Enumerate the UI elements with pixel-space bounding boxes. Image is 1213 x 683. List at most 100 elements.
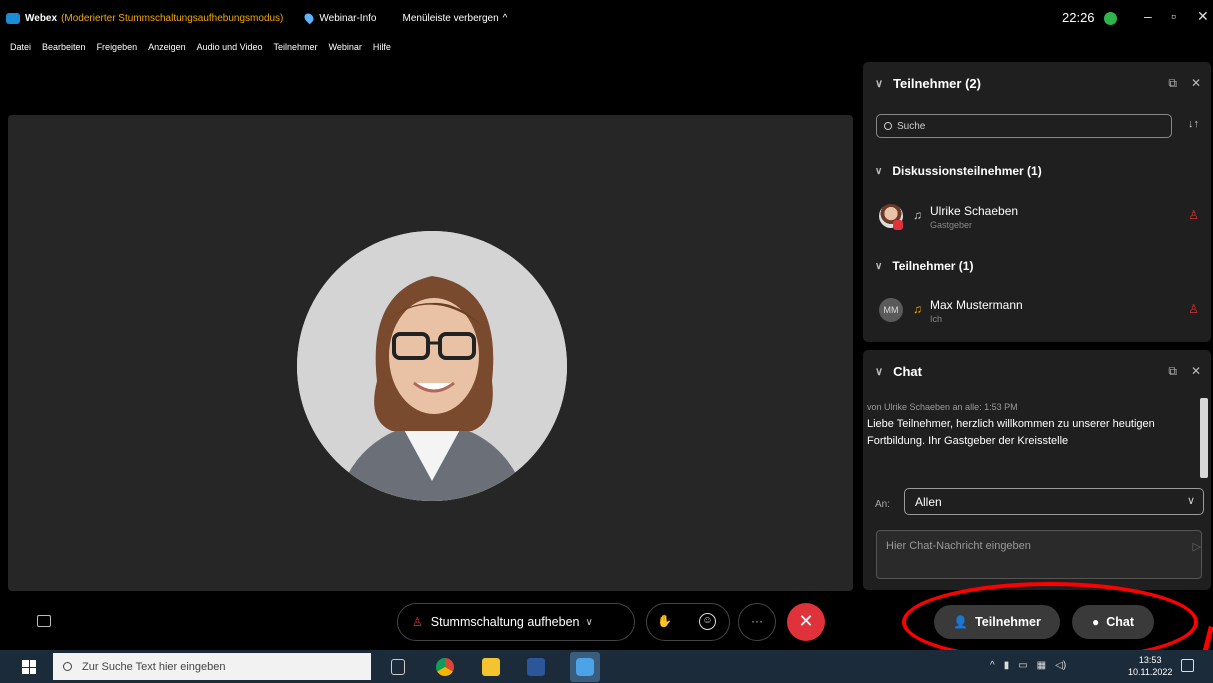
chevron-down-icon: ∨ — [1186, 495, 1195, 507]
participants-panel: ∨ Teilnehmer (2) ⧉ ✕ Suche ↓↑ ∨ Diskussi… — [863, 62, 1211, 342]
minimize-icon[interactable]: – — [1144, 8, 1152, 24]
battery-icon[interactable]: ▭ — [1018, 660, 1027, 671]
chat-panel: ∨ Chat ⧉ ✕ von Ulrike Schaeben an alle: … — [863, 350, 1211, 590]
chat-panel-actions: ⧉ ✕ — [1168, 364, 1201, 379]
title-bar: Webex (Moderierter Stummschaltungsaufheb… — [0, 0, 1213, 40]
participants-panel-header[interactable]: ∨ Teilnehmer (2) — [875, 76, 981, 91]
participant-name: Max Mustermann — [930, 298, 1023, 312]
recipient-select[interactable]: Allen ∨ — [904, 488, 1204, 515]
participant-role: Ich — [930, 314, 943, 324]
participant-row[interactable]: ♫ Ulrike Schaeben Gastgeber ♙ — [879, 200, 1199, 236]
info-pin-icon — [303, 11, 316, 25]
word-icon[interactable] — [527, 658, 545, 676]
status-indicator-icon[interactable] — [1104, 12, 1117, 25]
popout-icon[interactable]: ⧉ — [1168, 76, 1177, 91]
muted-mic-icon[interactable]: ♙ — [1188, 208, 1199, 222]
chrome-icon[interactable] — [436, 658, 454, 676]
webex-taskbar-icon[interactable] — [570, 652, 600, 682]
taskbar-search-input[interactable]: Zur Suche Text hier eingeben — [53, 653, 371, 680]
menu-hilfe[interactable]: Hilfe — [373, 42, 391, 58]
chat-button[interactable]: ● Chat — [1072, 605, 1154, 639]
taskbar-date: 10.11.2022 — [1128, 667, 1173, 677]
taskbar-time: 13:53 — [1138, 655, 1162, 665]
webex-logo-icon — [6, 12, 20, 24]
search-icon — [63, 662, 72, 671]
taskbar-search-placeholder: Zur Suche Text hier eingeben — [82, 660, 226, 673]
meeting-controls: ♙ Stummschaltung aufheben ∨ ✋ ☺ ··· ✕ 👤 … — [0, 596, 1213, 650]
headset-icon: ♫ — [913, 208, 922, 222]
search-icon — [884, 122, 892, 130]
volume-icon[interactable]: ◁) — [1055, 660, 1066, 671]
chat-message-meta: von Ulrike Schaeben an alle: 1:53 PM — [867, 402, 1018, 412]
tray-expand-icon[interactable]: ^ — [990, 660, 995, 671]
participants-button[interactable]: 👤 Teilnehmer — [934, 605, 1060, 639]
participants-panel-title: Teilnehmer (2) — [893, 76, 981, 91]
hide-menubar-label: Menüleiste verbergen — [402, 12, 499, 24]
unmute-button[interactable]: ♙ Stummschaltung aufheben ∨ — [397, 603, 635, 641]
taskbar-clock[interactable]: 13:53 10.11.2022 — [1128, 654, 1172, 678]
more-options-button[interactable]: ··· — [738, 603, 776, 641]
panelists-section-header[interactable]: ∨ Diskussionsteilnehmer (1) — [875, 164, 1042, 178]
speaker-avatar — [297, 231, 567, 501]
sort-icon[interactable]: ↓↑ — [1188, 118, 1199, 130]
meeting-clock: 22:26 — [1062, 10, 1095, 25]
send-icon[interactable]: ▷ — [1193, 540, 1201, 553]
participants-panel-actions: ⧉ ✕ — [1168, 76, 1201, 91]
task-view-icon[interactable] — [391, 659, 405, 675]
menu-datei[interactable]: Datei — [10, 42, 31, 58]
chat-panel-header[interactable]: ∨ Chat — [875, 364, 922, 379]
menu-freigeben[interactable]: Freigeben — [97, 42, 138, 58]
chevron-down-icon[interactable]: ∨ — [585, 617, 592, 628]
notification-center-icon[interactable] — [1181, 659, 1194, 672]
close-panel-icon[interactable]: ✕ — [1191, 76, 1201, 91]
webinar-info-link[interactable]: Webinar-Info — [319, 13, 376, 24]
unmute-label: Stummschaltung aufheben — [430, 615, 580, 629]
chevron-down-icon: ∨ — [875, 260, 883, 272]
chat-message-input[interactable]: Hier Chat-Nachricht eingeben — [876, 530, 1202, 579]
reactions-icon[interactable]: ☺ — [699, 613, 716, 630]
system-tray: ^ ▮ ▭ ▦ ◁) — [990, 660, 1066, 671]
participant-row[interactable]: MM ♫ Max Mustermann Ich ♙ — [879, 294, 1199, 330]
captions-icon[interactable] — [37, 615, 51, 627]
reaction-group: ✋ ☺ — [646, 603, 730, 641]
maximize-icon[interactable]: ▫ — [1171, 8, 1176, 24]
panelists-heading: Diskussionsteilnehmer (1) — [892, 164, 1042, 178]
popout-icon[interactable]: ⧉ — [1168, 364, 1177, 379]
close-window-icon[interactable]: ✕ — [1197, 8, 1209, 25]
menu-audio-video[interactable]: Audio und Video — [197, 42, 263, 58]
close-panel-icon[interactable]: ✕ — [1191, 364, 1201, 379]
menu-teilnehmer[interactable]: Teilnehmer — [274, 42, 318, 58]
hide-menubar-toggle[interactable]: Menüleiste verbergen ^ — [402, 13, 507, 24]
menu-anzeigen[interactable]: Anzeigen — [148, 42, 186, 58]
app-name: Webex — [25, 12, 58, 24]
chat-button-label: Chat — [1106, 615, 1135, 629]
chevron-down-icon: ∨ — [875, 165, 883, 177]
host-badge-icon — [893, 220, 903, 230]
chat-panel-title: Chat — [893, 364, 922, 379]
attendees-section-header[interactable]: ∨ Teilnehmer (1) — [875, 259, 973, 273]
muted-mic-icon[interactable]: ♙ — [1188, 302, 1199, 316]
raise-hand-icon[interactable]: ✋ — [657, 614, 672, 628]
collapse-chevron-icon[interactable]: ∨ — [875, 365, 883, 378]
windows-start-icon[interactable] — [22, 660, 36, 674]
search-placeholder: Suche — [897, 120, 926, 132]
os-taskbar: Zur Suche Text hier eingeben ^ ▮ ▭ ▦ ◁) … — [0, 650, 1213, 683]
chat-message-text: Liebe Teilnehmer, herzlich willkommen zu… — [867, 418, 1155, 447]
participant-search-input[interactable]: Suche — [876, 114, 1172, 138]
tray-app-icon[interactable]: ▮ — [1004, 660, 1010, 671]
chat-message: von Ulrike Schaeben an alle: 1:53 PM Lie… — [867, 402, 1189, 450]
leave-meeting-button[interactable]: ✕ — [787, 603, 825, 641]
menu-bearbeiten[interactable]: Bearbeiten — [42, 42, 86, 58]
chat-bubble-icon: ● — [1091, 615, 1100, 629]
participant-name: Ulrike Schaeben — [930, 204, 1019, 218]
network-icon[interactable]: ▦ — [1037, 660, 1046, 671]
menu-webinar[interactable]: Webinar — [329, 42, 362, 58]
recipient-value: Allen — [915, 494, 942, 509]
video-stage — [8, 115, 853, 591]
meeting-mode-label: (Moderierter Stummschaltungsaufhebungsmo… — [61, 12, 284, 24]
chat-scrollbar[interactable] — [1200, 398, 1208, 478]
menu-bar: Datei Bearbeiten Freigeben Anzeigen Audi… — [10, 42, 402, 58]
collapse-chevron-icon[interactable]: ∨ — [875, 77, 883, 90]
file-explorer-icon[interactable] — [482, 658, 500, 676]
participant-role: Gastgeber — [930, 220, 973, 230]
